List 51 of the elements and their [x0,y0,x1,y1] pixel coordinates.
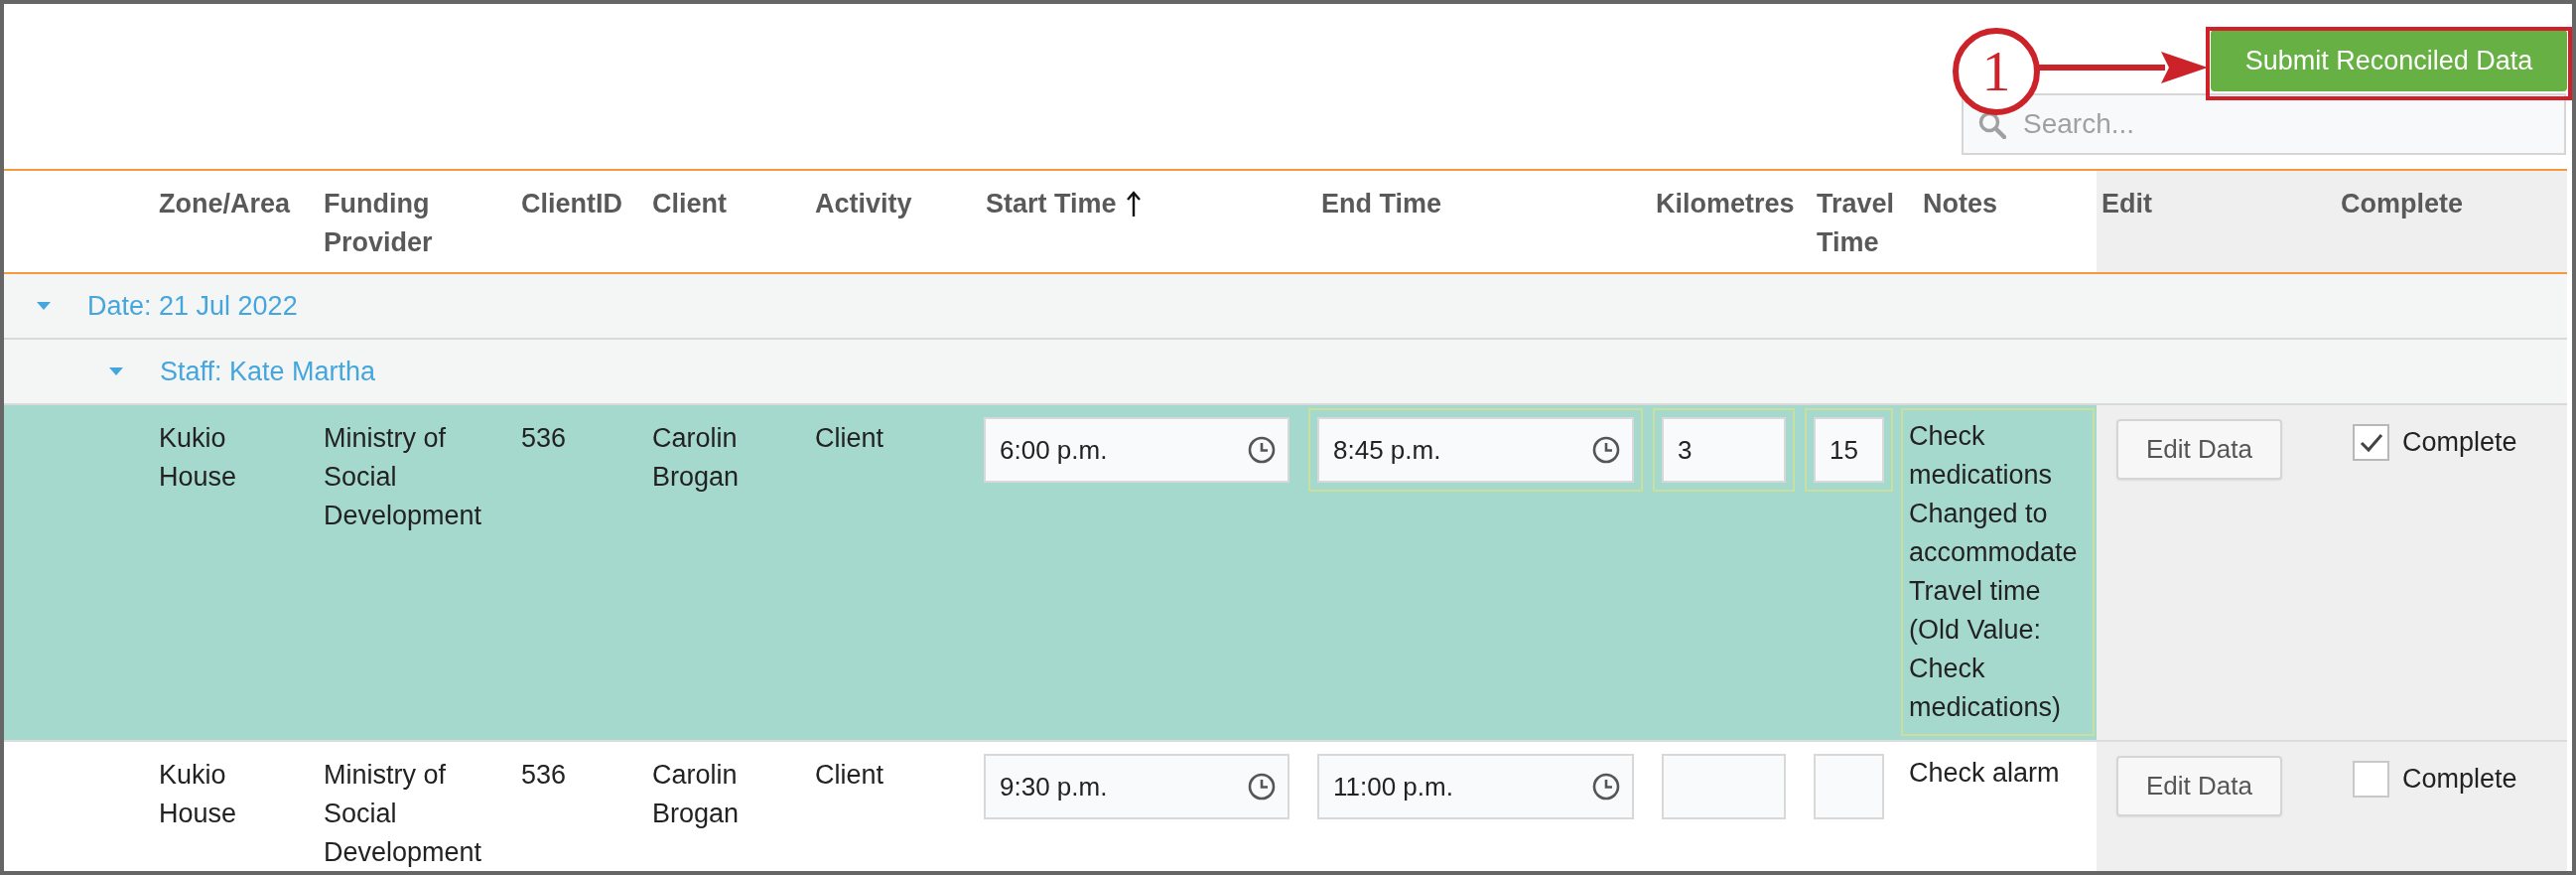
number-field[interactable] [1662,754,1786,819]
column-header[interactable]: Client [644,171,807,272]
step-number-badge: 1 [1953,28,2040,115]
number-field[interactable]: 3 [1662,417,1786,483]
caret-down-icon[interactable] [109,367,123,375]
table-text: Ministry of Social Development [323,759,483,869]
search-field[interactable]: Search... [1962,93,2566,155]
checkmark-icon [2359,432,2383,453]
time-field[interactable]: 9:30 p.m. [984,754,1289,819]
column-header[interactable]: End Time [1303,171,1648,272]
column-header[interactable]: Kilometres [1648,171,1800,272]
table-text: 536 [520,759,568,792]
column-header[interactable]: Activity [807,171,970,272]
notes-text: Check medications Changed to accommodate Travel time (Old Value: Check medications) [1909,420,2079,724]
table-text: Kukio House [158,759,238,830]
clock-icon [1248,773,1276,801]
table-text: Client [814,422,885,455]
clock-icon [1592,773,1620,801]
table-row[interactable]: Kukio House Ministry of Social Development 536 Carolin Brogan Client 6:00 p.m. 8:45 p.m. 3 15 Check medications Changed to accommodate Travel time (Old Value: Check medications) Edit Data Complete [4,405,2567,742]
column-header[interactable]: ClientID [513,171,644,272]
group-label: Date: 21 Jul 2022 [87,289,298,323]
checkbox[interactable] [2353,761,2389,798]
table-text: 536 [520,422,568,455]
checkbox-label[interactable]: Complete [2402,761,2517,798]
column-header[interactable]: Complete [2328,171,2567,272]
checkbox[interactable] [2353,424,2389,461]
clock-icon [1592,436,1620,464]
edit-button[interactable]: Edit Data [2116,419,2282,480]
column-header[interactable]: Zone/Area [151,171,316,272]
notes-text: Check alarm [1909,757,2061,790]
edit-button[interactable]: Edit Data [2116,756,2282,816]
number-field[interactable]: 15 [1814,417,1884,483]
column-header[interactable]: Notes [1898,171,2097,272]
number-field[interactable] [1814,754,1884,819]
table-text: Client [814,759,885,792]
table-text: Carolin Brogan [651,422,741,494]
search-icon [1978,111,2006,139]
caret-down-icon[interactable] [37,302,51,310]
column-header[interactable]: Funding Provider [316,171,513,272]
group-label: Staff: Kate Martha [160,355,376,388]
time-field[interactable]: 8:45 p.m. [1317,417,1634,483]
column-header[interactable]: Edit [2097,171,2328,272]
table-text: Carolin Brogan [651,759,741,830]
clock-icon [1248,436,1276,464]
time-field[interactable]: 6:00 p.m. [984,417,1289,483]
table-text: Ministry of Social Development [323,422,483,532]
checkbox-label[interactable]: Complete [2402,424,2517,461]
time-field[interactable]: 11:00 p.m. [1317,754,1634,819]
column-header[interactable]: Start Time [970,171,1303,272]
table-text: Kukio House [158,422,238,494]
column-header[interactable]: Travel Time [1800,171,1898,272]
